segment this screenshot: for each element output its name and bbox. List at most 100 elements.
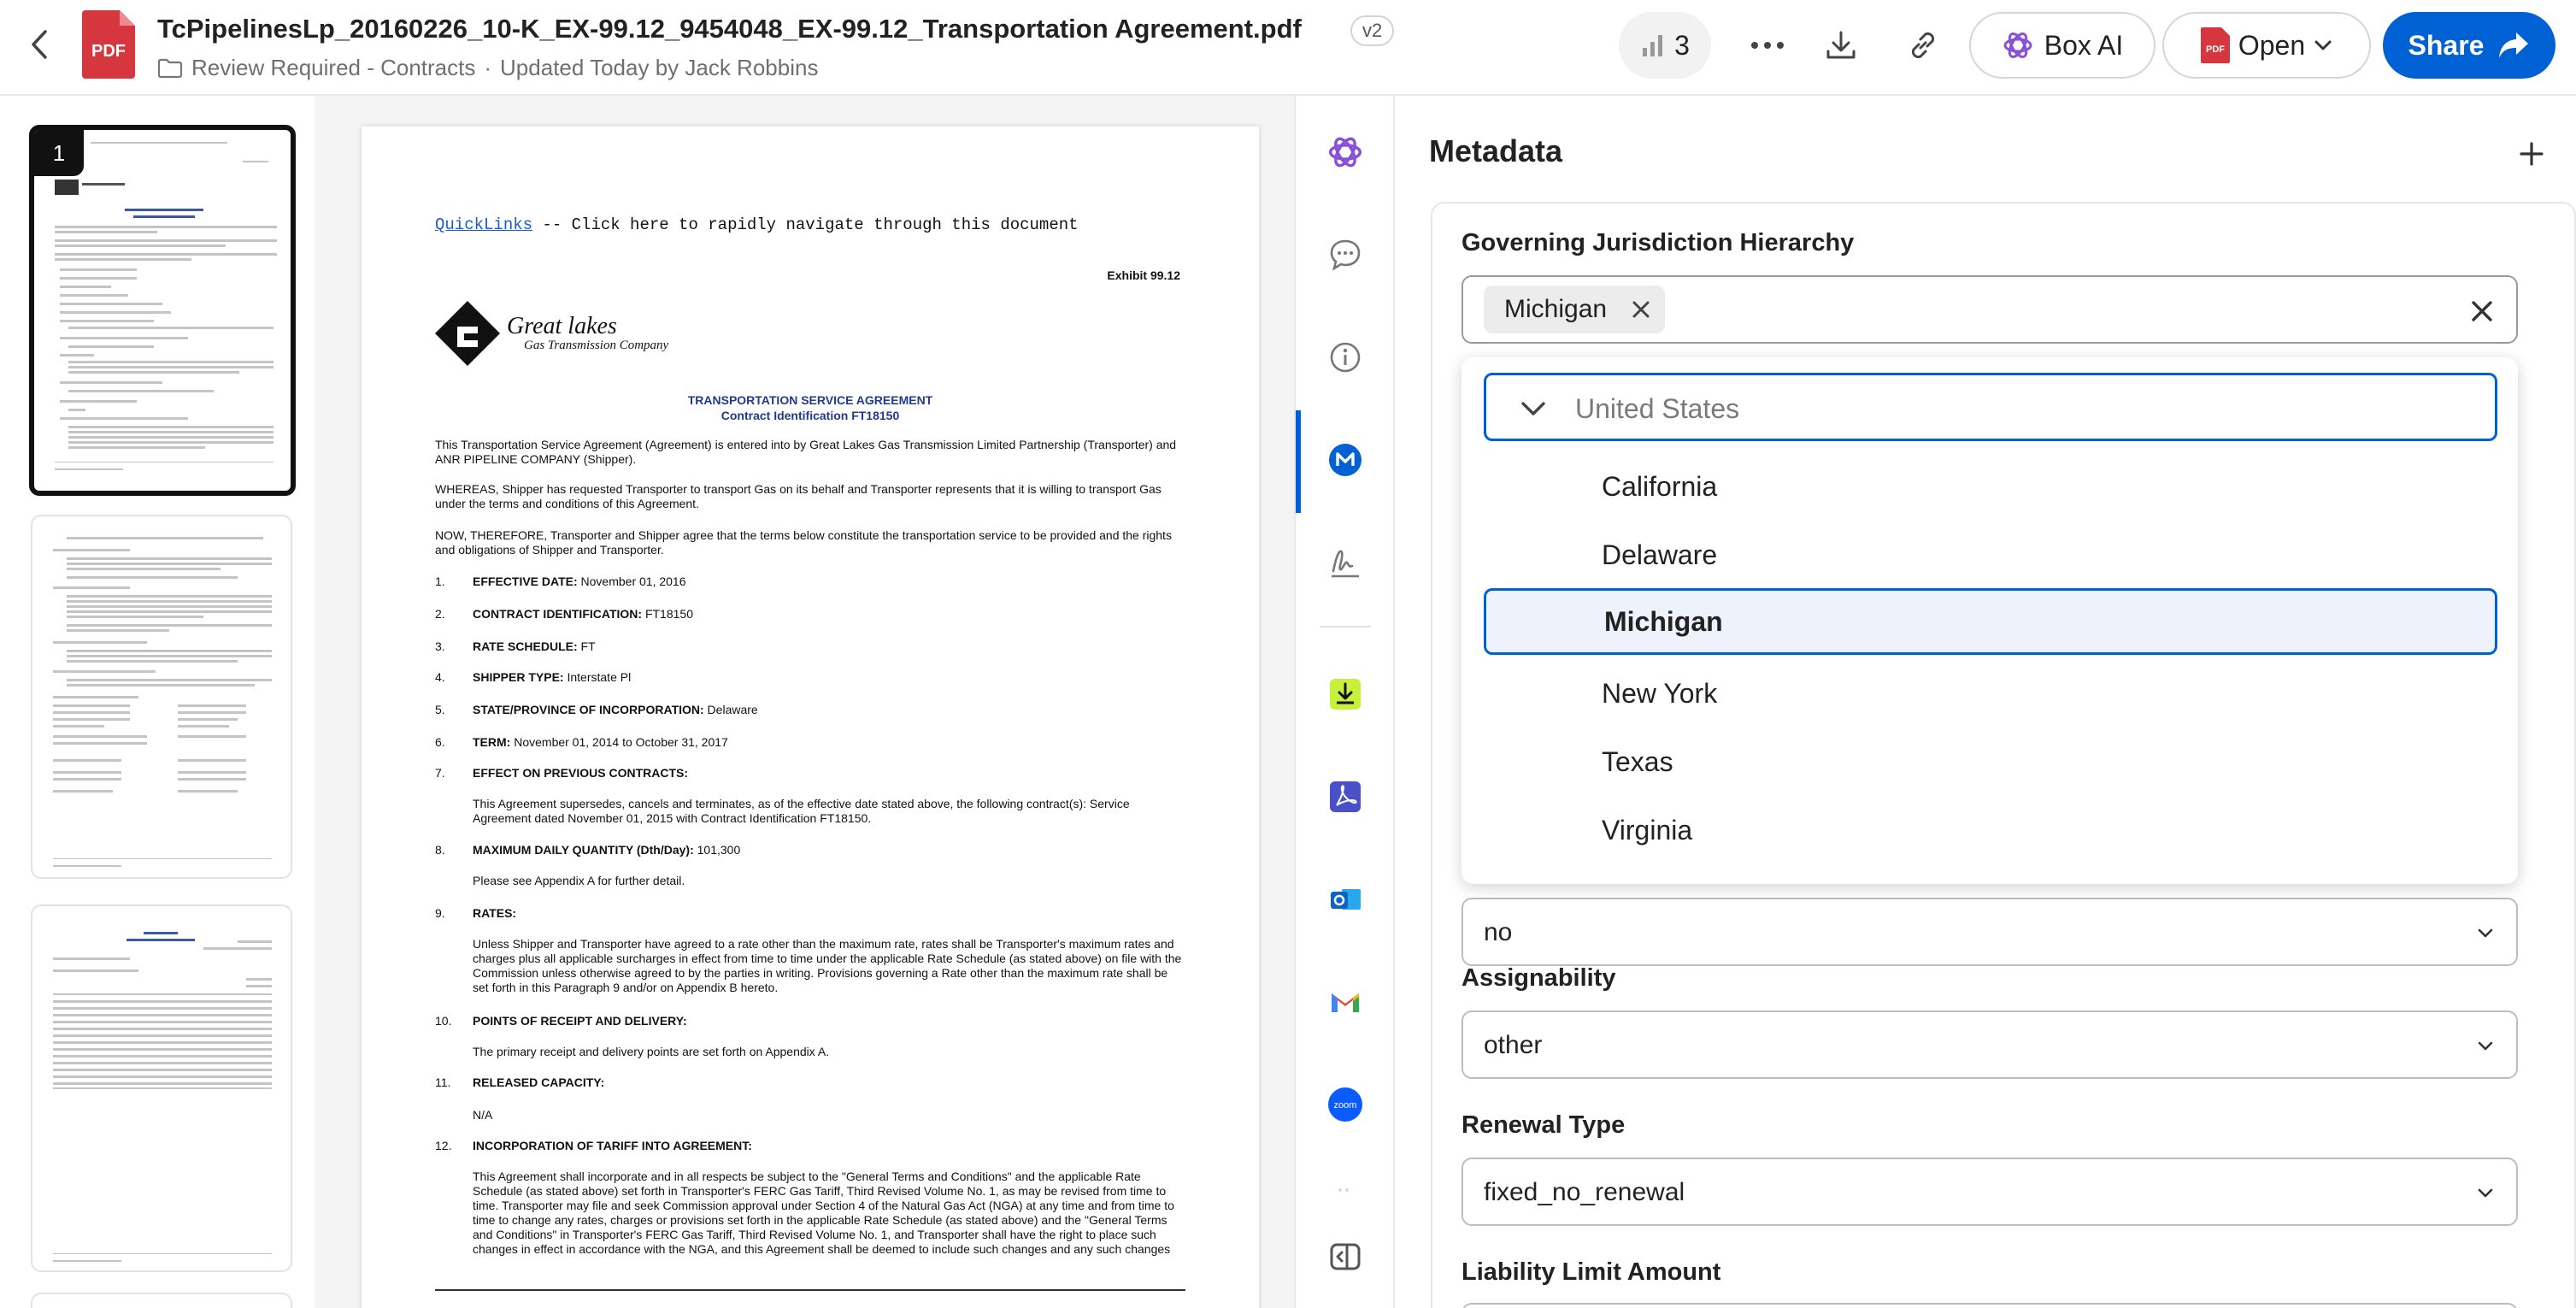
renewal-type-value: fixed_no_renewal xyxy=(1484,1178,1685,1206)
item-12-text: This Agreement shall incorporate and in … xyxy=(473,1170,1174,1256)
contract-id-line: Contract Identification FT18150 xyxy=(720,409,900,422)
exhibit-label: Exhibit 99.12 xyxy=(1107,268,1180,282)
link-icon xyxy=(1911,32,1935,59)
more-horizontal-icon xyxy=(1751,42,1784,49)
option-california[interactable]: California xyxy=(1484,453,2497,520)
signature-icon[interactable] xyxy=(1321,539,1369,586)
page-thumbnail-2[interactable] xyxy=(31,515,292,879)
svg-text:PDF: PDF xyxy=(91,42,126,61)
share-arrow-icon xyxy=(2499,32,2529,58)
field-no-select[interactable]: no xyxy=(1461,898,2518,966)
svg-text:Great lakes: Great lakes xyxy=(507,313,617,339)
page-thumbnail-3[interactable] xyxy=(31,904,292,1272)
folder-link[interactable]: Review Required - Contracts xyxy=(191,55,475,81)
acrobat-icon[interactable] xyxy=(1321,773,1369,821)
share-label: Share xyxy=(2408,29,2485,61)
assignability-select[interactable]: other xyxy=(1461,1010,2518,1079)
copy-link-button[interactable] xyxy=(1892,12,1954,79)
jurisdiction-dropdown: California Delaware Michigan New York Te… xyxy=(1461,357,2518,884)
add-metadata-button[interactable] xyxy=(2514,137,2549,171)
option-michigan-selected[interactable]: Michigan xyxy=(1484,588,2497,655)
pdf-app-icon: PDF xyxy=(2200,27,2230,63)
outlook-icon[interactable] xyxy=(1321,875,1369,923)
chevron-down-icon xyxy=(2478,1041,2493,1051)
page-number-badge: 1 xyxy=(34,130,84,176)
plus-icon xyxy=(2520,142,2544,166)
whereas-paragraph: WHEREAS, Shipper has requested Transport… xyxy=(435,482,1162,510)
field-no-value: no xyxy=(1484,918,1513,946)
page-thumbnail-1[interactable]: 1 xyxy=(29,125,296,496)
great-lakes-logo: Great lakes Gas Transmission Company xyxy=(435,299,691,368)
option-new-york[interactable]: New York xyxy=(1484,660,2497,727)
top-header: PDF TcPipelinesLp_20160226_10-K_EX-99.12… xyxy=(0,0,2576,96)
intro-paragraph: This Transportation Service Agreement (A… xyxy=(435,438,1177,466)
metadata-title: Metadata xyxy=(1429,133,1563,168)
updated-text: Updated Today by Jack Robbins xyxy=(500,55,819,80)
gmail-icon[interactable] xyxy=(1321,978,1369,1026)
bar-chart-icon xyxy=(1643,35,1663,56)
clear-all-icon[interactable] xyxy=(2468,298,2496,325)
pdf-file-icon: PDF xyxy=(82,10,135,79)
panel-toggle-icon[interactable] xyxy=(1321,1233,1369,1281)
faint-app-icon[interactable] xyxy=(1321,1166,1369,1214)
share-button[interactable]: Share xyxy=(2383,12,2555,79)
option-texas[interactable]: Texas xyxy=(1484,728,2497,795)
chevron-down-icon xyxy=(2478,928,2493,938)
version-badge[interactable]: v2 xyxy=(1350,15,1395,46)
separator-dot: · xyxy=(484,55,492,80)
open-label: Open xyxy=(2238,29,2306,61)
active-tab-indicator xyxy=(1296,410,1301,513)
folder-icon xyxy=(157,58,183,78)
page-thumbnail-4[interactable] xyxy=(31,1293,292,1308)
page-footer-rule xyxy=(435,1289,1185,1291)
metadata-icon[interactable] xyxy=(1321,436,1369,484)
item-10-text: The primary receipt and delivery points … xyxy=(473,1045,830,1058)
renewal-type-label: Renewal Type xyxy=(1461,1111,1626,1139)
app-window: PDF TcPipelinesLp_20160226_10-K_EX-99.12… xyxy=(0,0,2576,1308)
file-title: TcPipelinesLp_20160226_10-K_EX-99.12_945… xyxy=(157,14,1302,44)
assignability-label: Assignability xyxy=(1461,964,1616,992)
item-9-text: Unless Shipper and Transporter have agre… xyxy=(473,937,1182,994)
box-ai-label: Box AI xyxy=(2044,29,2124,61)
item-8-text: Please see Appendix A for further detail… xyxy=(473,874,685,887)
more-options-button[interactable] xyxy=(1735,12,1800,79)
now-therefore-paragraph: NOW, THEREFORE, Transporter and Shipper … xyxy=(435,528,1172,557)
dropdown-search-input[interactable] xyxy=(1575,389,2430,428)
chevron-left-icon xyxy=(32,30,47,59)
jurisdiction-field[interactable]: Michigan xyxy=(1461,275,2518,344)
chevron-down-icon xyxy=(2478,1188,2493,1198)
views-button[interactable]: 3 xyxy=(1619,12,1711,79)
download-app-icon[interactable] xyxy=(1321,670,1369,718)
agreement-title: TRANSPORTATION SERVICE AGREEMENT xyxy=(687,393,933,407)
svg-text:zoom: zoom xyxy=(1334,1100,1357,1111)
quicklinks-text: -- Click here to rapidly navigate throug… xyxy=(532,215,1079,234)
renewal-type-select[interactable]: fixed_no_renewal xyxy=(1461,1158,2518,1226)
open-with-button[interactable]: PDF Open xyxy=(2162,12,2371,79)
option-delaware[interactable]: Delaware xyxy=(1484,521,2497,588)
metadata-panel: Metadata Governing Jurisdiction Hierarch… xyxy=(1395,96,2576,1308)
selected-chip: Michigan xyxy=(1484,286,1666,333)
back-button[interactable] xyxy=(22,26,56,63)
item-7-text: This Agreement supersedes, cancels and t… xyxy=(473,797,1130,825)
rail-divider xyxy=(1320,626,1371,627)
box-ai-icon[interactable] xyxy=(1321,128,1369,176)
document-viewer[interactable]: QuickLinks -- Click here to rapidly navi… xyxy=(315,96,1294,1308)
option-virginia[interactable]: Virginia xyxy=(1484,797,2497,863)
chip-remove-icon[interactable] xyxy=(1631,299,1651,320)
comment-icon[interactable] xyxy=(1321,231,1369,279)
liability-limit-field[interactable] xyxy=(1461,1303,2518,1308)
zoom-icon[interactable]: zoom xyxy=(1321,1081,1369,1128)
quicklinks-link[interactable]: QuickLinks xyxy=(435,215,532,234)
info-icon[interactable] xyxy=(1321,333,1369,381)
dropdown-search[interactable] xyxy=(1484,373,2497,441)
liability-limit-label: Liability Limit Amount xyxy=(1461,1258,1721,1286)
chip-label: Michigan xyxy=(1504,295,1608,323)
box-ai-button[interactable]: Box AI xyxy=(1969,12,2155,79)
download-button[interactable] xyxy=(1810,12,1872,79)
item-11-text: N/A xyxy=(473,1108,493,1122)
assignability-value: other xyxy=(1484,1031,1543,1059)
download-icon xyxy=(1826,31,1856,59)
chevron-down-icon[interactable] xyxy=(1519,396,1548,421)
jurisdiction-label: Governing Jurisdiction Hierarchy xyxy=(1461,229,1855,256)
chevron-down-icon xyxy=(2314,40,2332,50)
